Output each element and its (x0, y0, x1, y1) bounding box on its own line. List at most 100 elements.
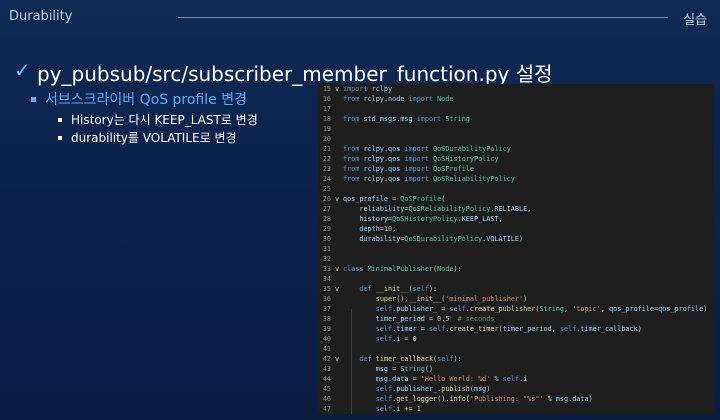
line-number: 45 (322, 385, 331, 393)
code-text: from std_msgs.msg import String (343, 115, 470, 123)
bullet-text: durability를 VOLATILE로 변경 (71, 131, 237, 145)
square-bullet-icon (58, 117, 62, 122)
line-number: 22 (322, 155, 331, 163)
code-line: 38 timer_period = 0.5 # seconds (318, 314, 714, 324)
code-text: super().__init__('minimal_publisher') (375, 295, 528, 303)
line-number: 26 (322, 195, 331, 203)
code-text: self.i = 0 (375, 335, 417, 343)
code-text: def __init__(self): (359, 285, 438, 293)
line-number: 27 (322, 205, 331, 213)
code-line: 18 from std_msgs.msg import String (318, 114, 714, 124)
code-line: 40 self.i = 0 (318, 334, 714, 344)
code-text: self.timer = self.create_timer(timer_per… (375, 325, 642, 333)
code-line: 22 from rclpy.qos import QoSHistoryPolicy (318, 154, 714, 164)
code-line: 26 v qos_profile = QoSProfile( (318, 194, 714, 204)
line-number: 19 (322, 125, 331, 133)
code-line: 46 self.get_logger().info('Publishing: "… (318, 394, 714, 404)
bullet-text: History는 다시 KEEP_LAST로 변경 (71, 113, 258, 127)
code-line: 47 self.i += 1 (318, 404, 714, 414)
code-line: 30 durability=QoSDurabilityPolicy.VOLATI… (318, 234, 714, 244)
code-editor[interactable]: 15 v import rclpy 16 from rclpy.node import … (318, 84, 714, 414)
line-number: 18 (322, 115, 331, 123)
line-number: 36 (322, 295, 331, 303)
line-number: 31 (322, 245, 331, 253)
line-number: 35 (322, 285, 331, 293)
line-number: 30 (322, 235, 331, 243)
line-number: 44 (322, 375, 331, 383)
line-number: 24 (322, 175, 331, 183)
line-number: 46 (322, 395, 331, 403)
code-line: 42 v def timer_callback(self): (318, 354, 714, 364)
line-number: 25 (322, 185, 331, 193)
line-number: 39 (322, 325, 331, 333)
line-number: 37 (322, 305, 331, 313)
code-line: 45 self.publisher_.publish(msg) (318, 384, 714, 394)
code-line: 19 (318, 124, 714, 134)
code-line: 35 v def __init__(self): (318, 284, 714, 294)
line-number: 43 (322, 365, 331, 373)
code-line: 43 msg = String() (318, 364, 714, 374)
fold-chevron-icon[interactable]: v (331, 284, 343, 294)
line-number: 29 (322, 225, 331, 233)
line-number: 47 (322, 405, 331, 413)
code-line: 28 history=QoSHistoryPolicy.KEEP_LAST, (318, 214, 714, 224)
fold-chevron-icon[interactable]: v (331, 194, 343, 204)
line-number: 41 (322, 345, 331, 353)
line-number: 38 (322, 315, 331, 323)
code-text: from rclpy.qos import QoSDurabilityPolic… (343, 145, 511, 153)
section-label: Durability (9, 9, 73, 24)
code-line: 34 (318, 274, 714, 284)
line-number: 40 (322, 335, 331, 343)
code-line: 23 from rclpy.qos import QoSProfile (318, 164, 714, 174)
bullet-qos-profile: 서브스크라이버 QoS profile 변경 (31, 89, 247, 109)
code-text: from rclpy.qos import QoSReliabilityPoli… (343, 175, 515, 183)
bullet-text: 서브스크라이버 QoS profile 변경 (45, 92, 247, 108)
code-text: from rclpy.qos import QoSHistoryPolicy (343, 155, 499, 163)
code-text: timer_period = 0.5 # seconds (375, 315, 495, 323)
code-line: 33 v class MinimalPublisher(Node): (318, 264, 714, 274)
code-text: from rclpy.qos import QoSProfile (343, 165, 474, 173)
code-text: self.i += 1 (375, 405, 421, 413)
square-bullet-icon (31, 96, 36, 102)
square-bullet-icon (58, 135, 62, 140)
code-text: durability=QoSDurabilityPolicy.VOLATILE) (359, 235, 524, 243)
code-line: 17 (318, 104, 714, 114)
fold-chevron-icon[interactable]: v (331, 84, 343, 94)
practice-label: 실습 (683, 13, 707, 28)
code-text: history=QoSHistoryPolicy.KEEP_LAST, (359, 215, 503, 223)
code-text: def timer_callback(self): (359, 355, 462, 363)
code-line: 44 msg.data = 'Hello World: %d' % self.i (318, 374, 714, 384)
line-number: 32 (322, 255, 331, 263)
code-line: 25 (318, 184, 714, 194)
line-number: 33 (322, 265, 331, 273)
top-bar: Durability 실습 (0, 0, 720, 34)
code-text: self.publisher_.publish(msg) (375, 385, 491, 393)
code-text: self.get_logger().info('Publishing: "%s"… (375, 395, 593, 403)
line-number: 23 (322, 165, 331, 173)
line-number: 21 (322, 145, 331, 153)
line-number: 28 (322, 215, 331, 223)
line-number: 42 (322, 355, 331, 363)
code-line: 36 super().__init__('minimal_publisher') (318, 294, 714, 304)
fold-chevron-icon[interactable]: v (331, 264, 343, 274)
code-line: 31 (318, 244, 714, 254)
code-text: msg = String() (375, 365, 434, 373)
code-text: from rclpy.node import Node (343, 95, 454, 103)
code-text: self.publisher_ = self.create_publisher(… (375, 305, 708, 313)
code-line: 24 from rclpy.qos import QoSReliabilityPo… (318, 174, 714, 184)
code-text: class MinimalPublisher(Node): (343, 265, 462, 273)
code-text: import rclpy (343, 85, 393, 93)
header-divider (178, 17, 668, 18)
code-line: 32 (318, 254, 714, 264)
code-line: 20 (318, 134, 714, 144)
code-line: 15 v import rclpy (318, 84, 714, 94)
code-text: depth=10, (359, 225, 397, 233)
fold-chevron-icon[interactable]: v (331, 354, 343, 364)
code-line: 39 self.timer = self.create_timer(timer_… (318, 324, 714, 334)
line-number: 17 (322, 105, 331, 113)
line-number: 20 (322, 135, 331, 143)
slide-title: py_pubsub/src/subscriber_member_function… (37, 62, 553, 86)
check-icon: ✓ (14, 58, 31, 82)
bullet-history: History는 다시 KEEP_LAST로 변경 (58, 111, 258, 128)
code-line: 41 (318, 344, 714, 354)
